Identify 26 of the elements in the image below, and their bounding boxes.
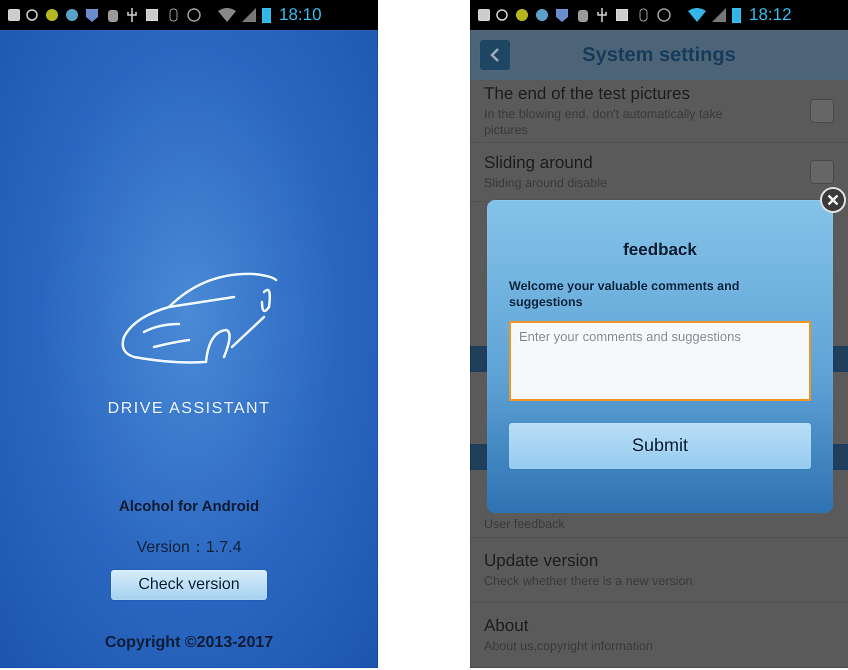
status-time: 18:10 — [279, 5, 322, 25]
dialog-title: feedback — [622, 240, 698, 260]
signal-icon — [712, 8, 726, 22]
wifi-icon — [688, 8, 706, 22]
check-version-button[interactable]: Check version — [111, 570, 267, 600]
battery-icon — [262, 7, 271, 23]
version-label: Version：1.7.4 — [136, 538, 242, 558]
close-icon[interactable] — [820, 187, 846, 213]
wifi-icon — [218, 8, 236, 22]
copyright-text: Copyright ©2013-2017 — [104, 634, 274, 652]
app-name: Alcohol for Android — [118, 498, 260, 515]
comments-input-field[interactable]: Enter your comments and suggestions — [509, 320, 811, 400]
back-button[interactable] — [480, 40, 510, 70]
status-time: 18:12 — [749, 5, 792, 25]
checkbox[interactable] — [810, 99, 834, 124]
battery-icon — [732, 7, 741, 23]
item-title: The end of the test pictures — [484, 84, 692, 104]
dialog-message: Welcome your valuable comments and suggestions — [509, 278, 740, 310]
submit-button[interactable]: Submit — [509, 422, 811, 468]
item-title: About — [484, 616, 530, 636]
chevron-left-icon — [490, 48, 500, 62]
checkbox[interactable] — [810, 160, 834, 184]
item-title: Sliding around — [484, 152, 594, 173]
logo-text: DRIVE ASSISTANT — [108, 400, 270, 418]
signal-icon — [242, 8, 256, 22]
item-title: Update version — [484, 550, 600, 571]
